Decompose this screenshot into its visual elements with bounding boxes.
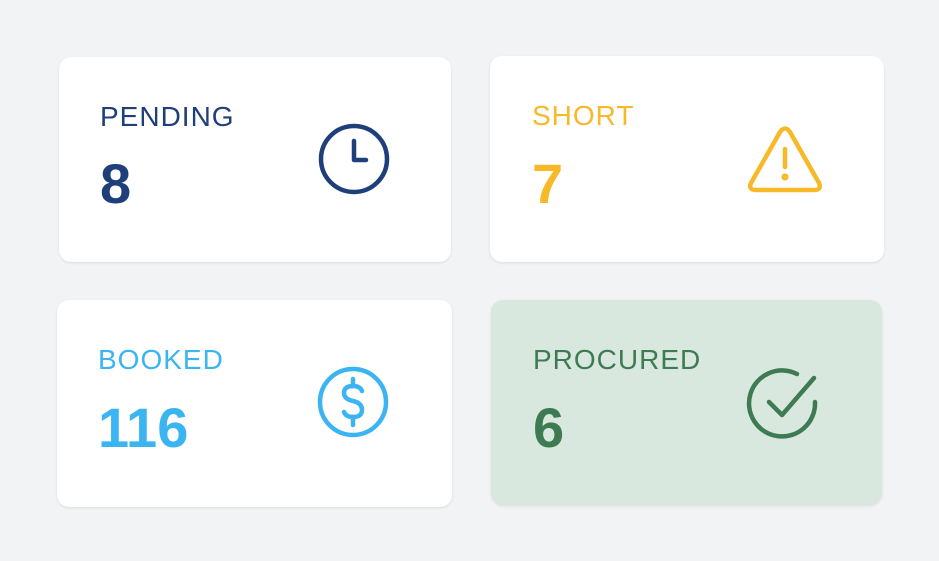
clock-icon [316, 121, 392, 197]
status-card-booked[interactable]: BOOKED 116 [57, 300, 452, 507]
dollar-circle-icon [315, 364, 391, 440]
card-count: 6 [533, 396, 565, 459]
card-count: 116 [98, 396, 189, 459]
card-count: 8 [100, 152, 132, 215]
card-label: SHORT [532, 100, 635, 131]
check-circle-icon [745, 366, 821, 442]
status-card-pending[interactable]: PENDING 8 [59, 57, 451, 262]
status-card-short[interactable]: SHORT 7 [490, 56, 884, 262]
card-count: 7 [532, 152, 564, 215]
card-label: PROCURED [533, 344, 702, 375]
warning-triangle-icon [747, 123, 823, 199]
status-card-procured[interactable]: PROCURED 6 [491, 300, 882, 505]
card-label: BOOKED [98, 344, 224, 375]
card-label: PENDING [100, 101, 235, 132]
